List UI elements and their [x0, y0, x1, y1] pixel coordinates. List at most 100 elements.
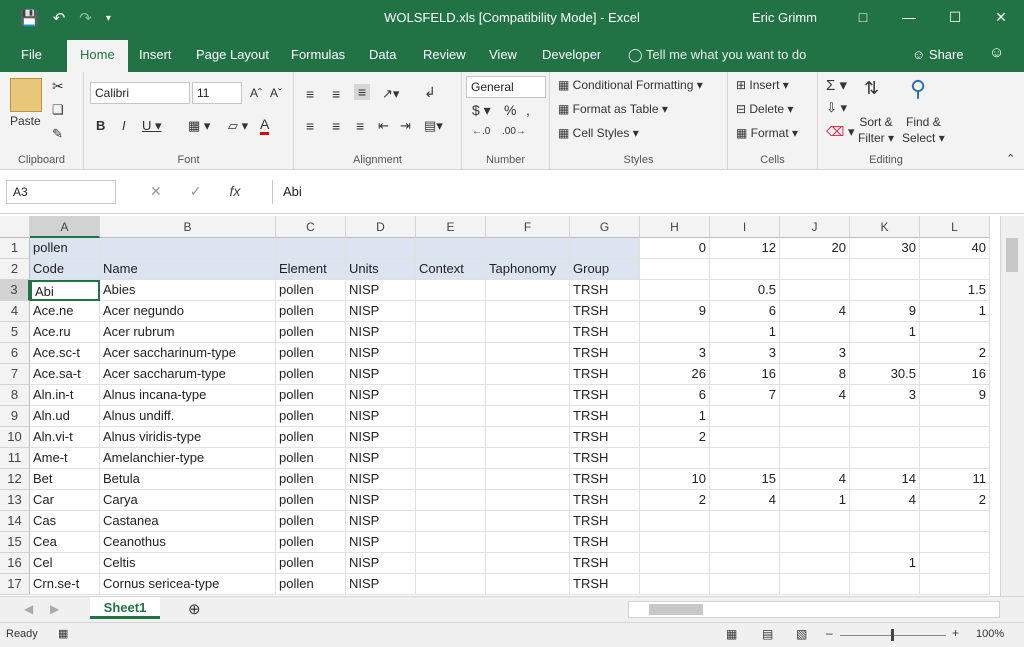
- formula-input[interactable]: Abi: [272, 180, 1018, 204]
- cell[interactable]: pollen: [276, 343, 346, 364]
- cell[interactable]: 4: [850, 490, 920, 511]
- cell[interactable]: Abies: [100, 280, 276, 301]
- cell[interactable]: 2: [640, 427, 710, 448]
- cell[interactable]: [780, 406, 850, 427]
- macro-recording-icon[interactable]: ▦: [58, 627, 68, 640]
- cell[interactable]: [486, 448, 570, 469]
- insert-cells-button[interactable]: ⊞ Insert ▾: [736, 78, 789, 92]
- cell[interactable]: pollen: [30, 238, 100, 259]
- cell[interactable]: 3: [850, 385, 920, 406]
- format-cells-button[interactable]: ▦ Format ▾: [736, 126, 798, 140]
- cell[interactable]: TRSH: [570, 385, 640, 406]
- horizontal-scroll-thumb[interactable]: [649, 604, 703, 615]
- cell[interactable]: [920, 259, 990, 280]
- cell[interactable]: [486, 343, 570, 364]
- cancel-icon[interactable]: ✕: [150, 183, 162, 200]
- cell[interactable]: 4: [780, 469, 850, 490]
- cell[interactable]: NISP: [346, 343, 416, 364]
- spreadsheet-grid[interactable]: A B C D E F G H I J K L 1 pollen 0 12 20 30 40 2 Code Name Ele…: [0, 216, 1000, 596]
- cell[interactable]: 1: [920, 301, 990, 322]
- cell[interactable]: Aln.ud: [30, 406, 100, 427]
- cell[interactable]: TRSH: [570, 322, 640, 343]
- cell[interactable]: [486, 427, 570, 448]
- cell[interactable]: Betula: [100, 469, 276, 490]
- cell[interactable]: [416, 322, 486, 343]
- cell[interactable]: [416, 238, 486, 259]
- cell[interactable]: 3: [710, 343, 780, 364]
- tab-insert[interactable]: Insert: [139, 47, 172, 62]
- fill-color-icon[interactable]: ▱ ▾: [228, 118, 248, 134]
- cell[interactable]: [710, 406, 780, 427]
- cell[interactable]: [486, 490, 570, 511]
- user-name[interactable]: Eric Grimm: [752, 10, 817, 25]
- cell[interactable]: [486, 322, 570, 343]
- cell[interactable]: 2: [920, 343, 990, 364]
- column-header-A[interactable]: A: [30, 216, 100, 238]
- cell[interactable]: 0: [640, 238, 710, 259]
- cell[interactable]: pollen: [276, 490, 346, 511]
- cell[interactable]: Group: [570, 259, 640, 280]
- cell[interactable]: TRSH: [570, 532, 640, 553]
- new-sheet-icon[interactable]: ⊕: [188, 600, 201, 618]
- tab-home[interactable]: Home: [67, 40, 128, 72]
- cell[interactable]: Taphonomy: [486, 259, 570, 280]
- cell[interactable]: [346, 238, 416, 259]
- align-left-icon[interactable]: ≡: [306, 118, 314, 134]
- cell[interactable]: Context: [416, 259, 486, 280]
- maximize-icon[interactable]: ☐: [932, 0, 978, 34]
- cell[interactable]: Crn.se-t: [30, 574, 100, 595]
- row-header[interactable]: 15: [0, 532, 30, 553]
- align-top-icon[interactable]: ≡: [306, 86, 314, 102]
- cell[interactable]: [486, 385, 570, 406]
- cell[interactable]: Amelanchier-type: [100, 448, 276, 469]
- vertical-scroll-thumb[interactable]: [1006, 238, 1018, 272]
- cut-icon[interactable]: ✂: [52, 78, 64, 95]
- tab-data[interactable]: Data: [369, 47, 396, 62]
- cell[interactable]: Acer negundo: [100, 301, 276, 322]
- save-icon[interactable]: 💾: [20, 9, 39, 27]
- cell[interactable]: [486, 280, 570, 301]
- cell[interactable]: Acer saccharinum-type: [100, 343, 276, 364]
- cell[interactable]: Celtis: [100, 553, 276, 574]
- cell[interactable]: NISP: [346, 364, 416, 385]
- cell[interactable]: [850, 259, 920, 280]
- delete-cells-button[interactable]: ⊟ Delete ▾: [736, 102, 793, 116]
- row-header[interactable]: 13: [0, 490, 30, 511]
- tell-me-box[interactable]: ◯ Tell me what you want to do: [628, 47, 806, 63]
- cell[interactable]: pollen: [276, 448, 346, 469]
- paste-icon[interactable]: [10, 78, 42, 112]
- cell[interactable]: 6: [640, 385, 710, 406]
- sort-filter-button[interactable]: Sort & Filter ▾: [858, 114, 894, 146]
- tab-file[interactable]: File: [21, 47, 42, 62]
- cell[interactable]: [416, 574, 486, 595]
- cell[interactable]: TRSH: [570, 364, 640, 385]
- horizontal-scrollbar[interactable]: [628, 601, 1000, 618]
- cell[interactable]: 14: [850, 469, 920, 490]
- sheet-tab-sheet1[interactable]: Sheet1: [90, 597, 160, 619]
- align-right-icon[interactable]: ≡: [356, 118, 364, 134]
- cell[interactable]: Abi: [30, 280, 100, 301]
- decrease-decimal-icon[interactable]: .00→: [502, 126, 526, 137]
- decrease-font-icon[interactable]: Aˇ: [270, 86, 282, 100]
- cell[interactable]: [416, 343, 486, 364]
- comma-icon[interactable]: ,: [526, 102, 530, 118]
- tab-view[interactable]: View: [489, 47, 517, 62]
- cell[interactable]: [570, 238, 640, 259]
- cell[interactable]: Cornus sericea-type: [100, 574, 276, 595]
- cell[interactable]: Units: [346, 259, 416, 280]
- cell[interactable]: [640, 259, 710, 280]
- cell[interactable]: NISP: [346, 574, 416, 595]
- cell[interactable]: [416, 427, 486, 448]
- cell[interactable]: [416, 490, 486, 511]
- cell[interactable]: [780, 259, 850, 280]
- column-header-D[interactable]: D: [346, 216, 416, 238]
- cell[interactable]: pollen: [276, 532, 346, 553]
- vertical-scrollbar[interactable]: [1000, 216, 1024, 596]
- cell[interactable]: [486, 553, 570, 574]
- cell[interactable]: 1: [850, 553, 920, 574]
- cell[interactable]: [850, 532, 920, 553]
- italic-icon[interactable]: I: [122, 118, 126, 133]
- cell[interactable]: [276, 238, 346, 259]
- row-header[interactable]: 8: [0, 385, 30, 406]
- cell[interactable]: [710, 553, 780, 574]
